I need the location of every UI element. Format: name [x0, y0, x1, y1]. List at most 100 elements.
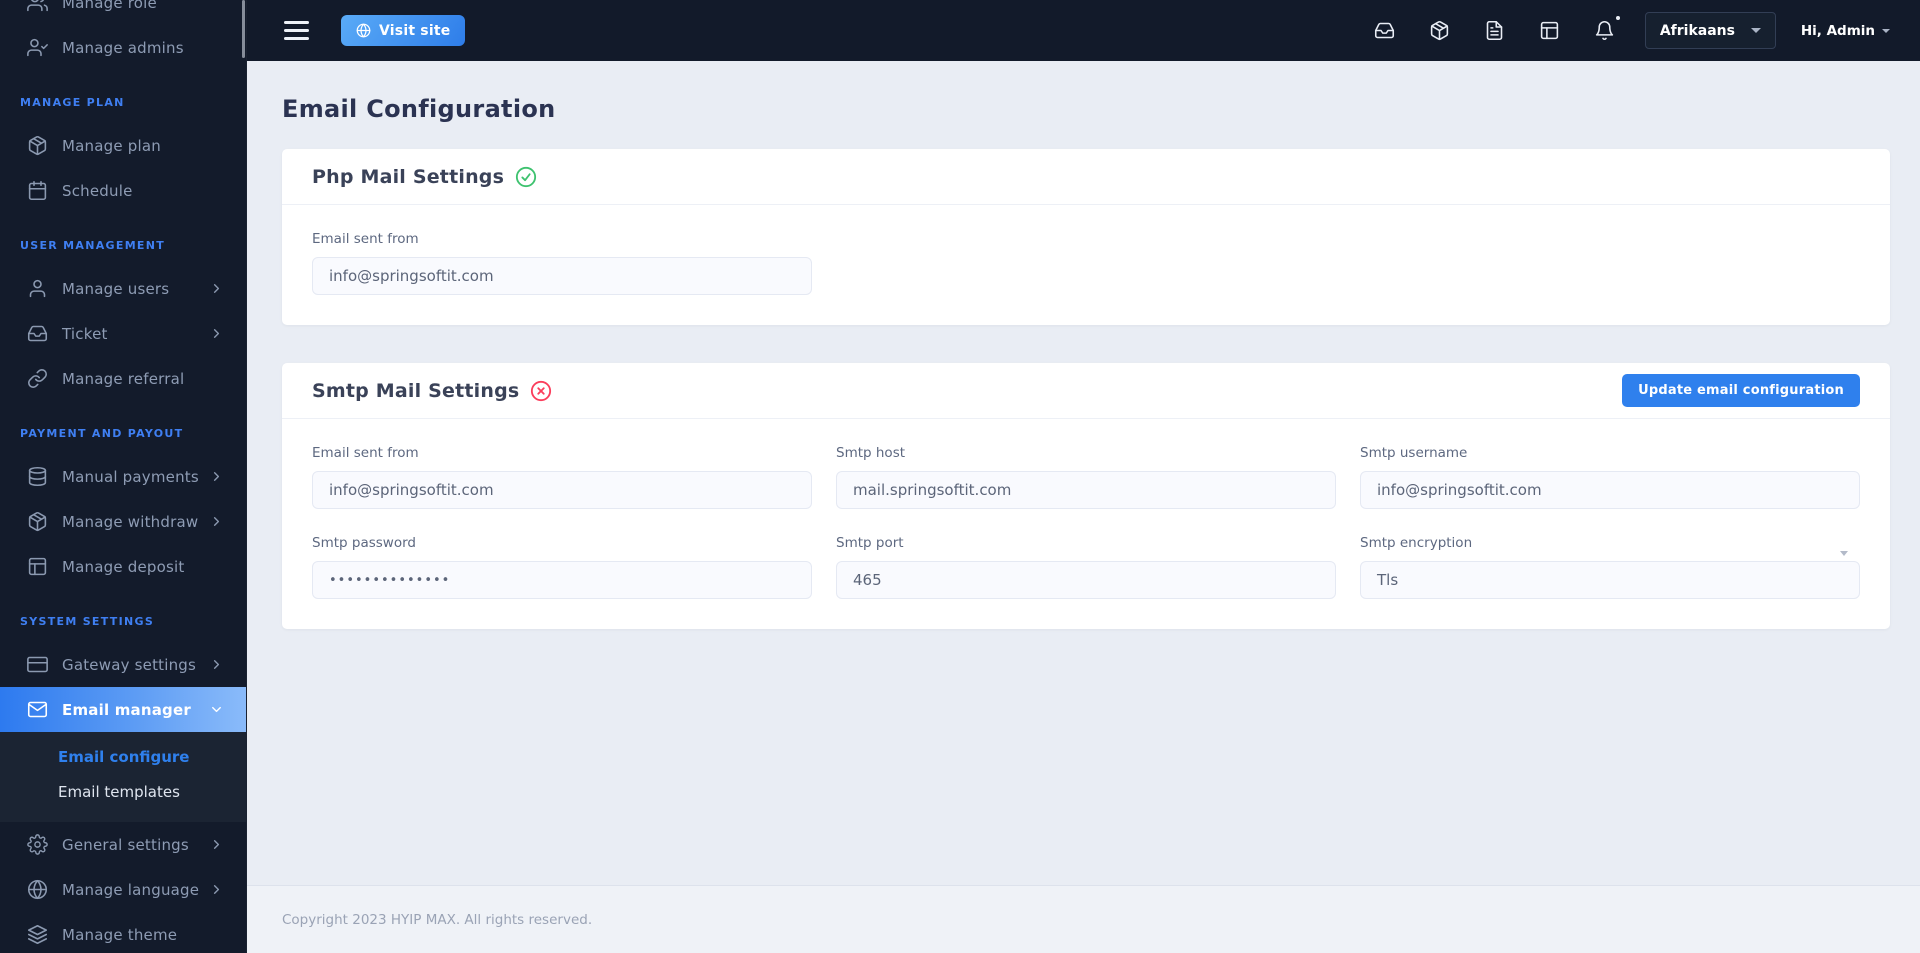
chevron-down-icon: [209, 702, 224, 717]
sidebar-item-manage-theme[interactable]: Manage theme: [0, 912, 246, 953]
sidebar-item-email-manager[interactable]: Email manager: [0, 687, 246, 732]
user-menu[interactable]: Hi, Admin: [1801, 23, 1890, 39]
sidebar-subitem-email-templates[interactable]: Email templates: [0, 775, 246, 810]
sidebar: Manage role Manage admins MANAGE PLAN Ma…: [0, 0, 247, 953]
copyright-text: Copyright 2023 HYIP MAX. All rights rese…: [282, 911, 593, 928]
sidebar-item-label: Email manager: [62, 700, 191, 719]
sidebar-item-label: Manage admins: [62, 38, 184, 57]
field-label: Smtp encryption: [1360, 535, 1473, 551]
chevron-down-icon: [1750, 28, 1761, 33]
notification-dot: [1615, 16, 1620, 20]
field-label: Email sent from: [312, 445, 419, 461]
sidebar-item-label: Manage language: [62, 880, 200, 899]
notifications-button[interactable]: [1594, 16, 1620, 41]
calendar-icon: [27, 180, 48, 201]
smtp-mail-settings-card: Smtp Mail Settings Update email configur…: [282, 363, 1890, 629]
package-icon: [27, 135, 48, 156]
sidebar-item-label: Manual payments: [62, 467, 199, 486]
field-label: Smtp username: [1360, 445, 1468, 461]
sidebar-item-label: General settings: [62, 835, 189, 854]
topbar: Visit site Afrikaans Hi, Admin: [247, 0, 1920, 61]
file-text-icon[interactable]: [1484, 20, 1505, 41]
inbox-icon[interactable]: [1374, 20, 1395, 41]
package-icon: [27, 511, 48, 532]
chevron-right-icon: [209, 882, 224, 897]
field-label: Smtp password: [312, 535, 416, 551]
main-area: Email Configuration Php Mail Settings Em…: [247, 61, 1920, 953]
sidebar-item-manage-plan[interactable]: Manage plan: [0, 123, 246, 168]
content: Email Configuration Php Mail Settings Em…: [247, 61, 1920, 885]
sidebar-item-label: Manage theme: [62, 925, 178, 944]
smtp-username-input[interactable]: [1360, 471, 1860, 509]
chevron-right-icon: [209, 281, 224, 296]
smtp-password-input[interactable]: [312, 561, 812, 599]
sidebar-item-manage-users[interactable]: Manage users: [0, 266, 246, 311]
smtp-port-field: Smtp port: [836, 535, 1336, 599]
php-email-sent-from-input[interactable]: [312, 257, 812, 295]
visit-site-label: Visit site: [379, 22, 451, 39]
sidebar-menu: Manage role Manage admins MANAGE PLAN Ma…: [0, 0, 246, 953]
field-label: Smtp port: [836, 535, 904, 551]
footer: Copyright 2023 HYIP MAX. All rights rese…: [247, 885, 1920, 953]
sidebar-item-label: Manage deposit: [62, 557, 185, 576]
user-check-icon: [27, 37, 48, 58]
globe-icon: [27, 879, 48, 900]
chevron-down-icon: [1840, 551, 1848, 556]
language-dropdown[interactable]: Afrikaans: [1644, 12, 1776, 49]
field-label: Email sent from: [312, 231, 419, 247]
sidebar-item-gateway-settings[interactable]: Gateway settings: [0, 642, 246, 687]
sidebar-item-label: Schedule: [62, 181, 133, 200]
inbox-icon: [27, 323, 48, 344]
user-greeting: Hi, Admin: [1800, 22, 1875, 39]
layers-icon: [27, 924, 48, 945]
mail-icon: [27, 699, 48, 720]
chevron-right-icon: [209, 514, 224, 529]
sidebar-section-user-management: USER MANAGEMENT: [20, 239, 166, 252]
link-icon: [27, 368, 48, 389]
credit-card-icon: [27, 654, 48, 675]
chevron-right-icon: [209, 837, 224, 852]
topbar-actions: Afrikaans Hi, Admin: [1340, 12, 1890, 49]
sidebar-item-manage-referral[interactable]: Manage referral: [0, 356, 246, 401]
php-card-body: Email sent from: [282, 205, 1890, 325]
table-icon[interactable]: [1539, 20, 1560, 41]
globe-icon: [356, 23, 371, 38]
smtp-username-field: Smtp username: [1360, 445, 1860, 509]
smtp-email-sent-from-field: Email sent from: [312, 445, 812, 509]
update-email-configuration-button[interactable]: Update email configuration: [1622, 374, 1860, 407]
chevron-down-icon: [1882, 28, 1890, 33]
sidebar-item-manage-withdraw[interactable]: Manage withdraw: [0, 499, 246, 544]
user-icon: [27, 278, 48, 299]
sidebar-item-label: Gateway settings: [62, 655, 197, 674]
hamburger-icon[interactable]: [284, 21, 309, 40]
smtp-host-input[interactable]: [836, 471, 1336, 509]
sidebar-item-label: Manage plan: [62, 136, 161, 155]
sidebar-scrollbar[interactable]: [242, 0, 245, 58]
users-icon: [27, 0, 48, 13]
sidebar-subitem-email-configure[interactable]: Email configure: [0, 740, 246, 775]
sidebar-item-manage-deposit[interactable]: Manage deposit: [0, 544, 246, 589]
sidebar-item-label: Manage users: [62, 279, 170, 298]
sidebar-item-manage-admins[interactable]: Manage admins: [0, 25, 246, 70]
sidebar-item-general-settings[interactable]: General settings: [0, 822, 246, 867]
smtp-email-sent-from-input[interactable]: [312, 471, 812, 509]
sidebar-section-manage-plan: MANAGE PLAN: [20, 96, 125, 109]
email-manager-submenu: Email configure Email templates: [0, 732, 246, 822]
sidebar-item-manage-language[interactable]: Manage language: [0, 867, 246, 912]
package-icon[interactable]: [1429, 20, 1450, 41]
sidebar-item-manage-role[interactable]: Manage role: [0, 0, 246, 25]
layout-icon: [27, 556, 48, 577]
visit-site-button[interactable]: Visit site: [341, 15, 466, 46]
sidebar-item-ticket[interactable]: Ticket: [0, 311, 246, 356]
chevron-right-icon: [209, 469, 224, 484]
chevron-right-icon: [209, 657, 224, 672]
smtp-port-input[interactable]: [836, 561, 1336, 599]
smtp-card-title: Smtp Mail Settings: [312, 379, 520, 402]
page-title: Email Configuration: [282, 95, 556, 123]
sidebar-item-manual-payments[interactable]: Manual payments: [0, 454, 246, 499]
gear-icon: [27, 834, 48, 855]
sidebar-item-schedule[interactable]: Schedule: [0, 168, 246, 213]
sidebar-item-label: Manage role: [62, 0, 157, 12]
smtp-host-field: Smtp host: [836, 445, 1336, 509]
smtp-encryption-select[interactable]: Tls: [1360, 561, 1860, 599]
